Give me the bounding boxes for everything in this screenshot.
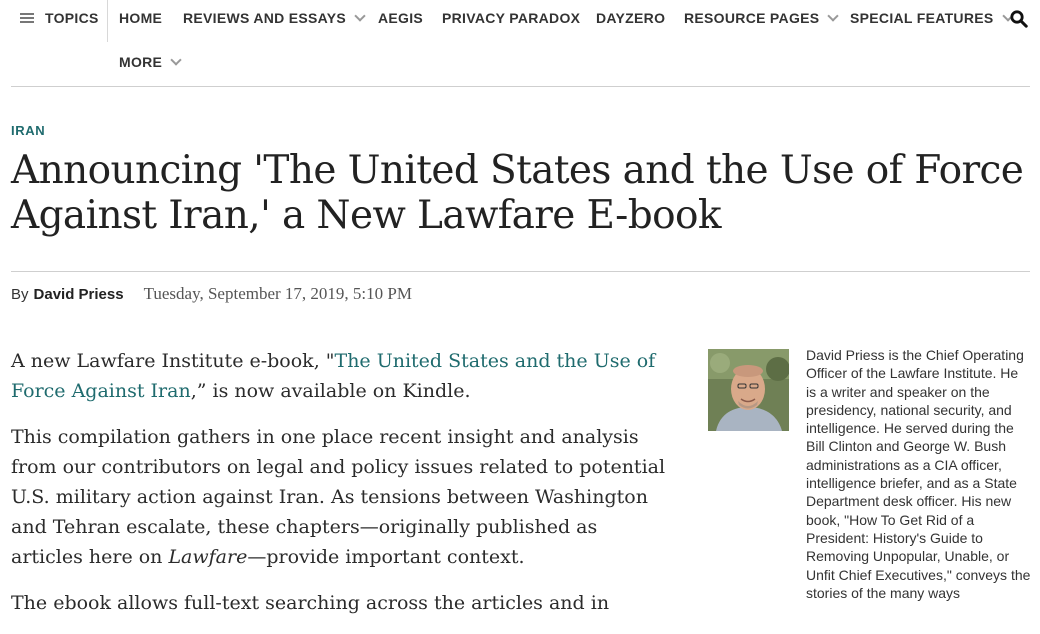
publish-date: Tuesday, September 17, 2019, 5:10 PM	[143, 284, 412, 303]
byline: By David Priess Tuesday, September 17, 2…	[11, 284, 412, 304]
category-link[interactable]: IRAN	[11, 123, 45, 138]
title-divider-line	[11, 271, 1030, 272]
article-title: Announcing 'The United States and the Us…	[11, 148, 1024, 238]
topics-menu-button[interactable]: TOPICS	[20, 10, 99, 26]
topics-label: TOPICS	[45, 10, 99, 26]
top-navigation: TOPICS HOME REVIEWS AND ESSAYS AEGIS PRI…	[0, 0, 1040, 86]
nav-item-label: REVIEWS AND ESSAYS	[183, 10, 347, 26]
nav-item-label: DAYZERO	[596, 10, 666, 26]
chevron-down-icon	[170, 54, 182, 66]
nav-item-special-features[interactable]: SPECIAL FEATURES	[850, 10, 1014, 26]
nav-item-label: MORE	[119, 54, 163, 70]
article-paragraph: A new Lawfare Institute e-book, "The Uni…	[11, 346, 671, 406]
nav-item-more[interactable]: MORE	[119, 54, 182, 70]
nav-item-reviews-and-essays[interactable]: REVIEWS AND ESSAYS	[183, 10, 366, 26]
chevron-down-icon	[354, 10, 366, 22]
paragraph-text: A new Lawfare Institute e-book, "	[11, 350, 335, 372]
search-icon[interactable]	[1010, 10, 1028, 28]
nav-item-label: RESOURCE PAGES	[684, 10, 820, 26]
nav-divider-line	[11, 86, 1030, 87]
nav-item-privacy-paradox[interactable]: PRIVACY PARADOX	[442, 10, 580, 26]
nav-item-label: HOME	[119, 10, 163, 26]
article-paragraph: This compilation gathers in one place re…	[11, 422, 671, 572]
byline-prefix: By	[11, 286, 29, 303]
paragraph-text: —provide important context.	[247, 546, 525, 568]
avatar	[708, 349, 789, 431]
nav-item-label: SPECIAL FEATURES	[850, 10, 994, 26]
nav-item-aegis[interactable]: AEGIS	[378, 10, 423, 26]
author-bio: David Priess is the Chief Operating Offi…	[806, 347, 1031, 601]
nav-item-home[interactable]: HOME	[119, 10, 162, 26]
article-body: A new Lawfare Institute e-book, "The Uni…	[11, 346, 671, 634]
hamburger-icon	[20, 13, 34, 23]
paragraph-text: ,” is now available on Kindle.	[190, 380, 471, 402]
nav-divider	[107, 0, 108, 42]
nav-item-label: PRIVACY PARADOX	[442, 10, 581, 26]
chevron-down-icon	[827, 10, 840, 22]
nav-item-resource-pages[interactable]: RESOURCE PAGES	[684, 10, 840, 26]
author-link[interactable]: David Priess	[34, 286, 124, 303]
author-photo	[708, 349, 789, 431]
nav-item-dayzero[interactable]: DAYZERO	[596, 10, 665, 26]
article-paragraph: The ebook allows full-text searching acr…	[11, 592, 610, 614]
nav-item-label: AEGIS	[378, 10, 424, 26]
publication-name: Lawfare	[168, 546, 248, 568]
